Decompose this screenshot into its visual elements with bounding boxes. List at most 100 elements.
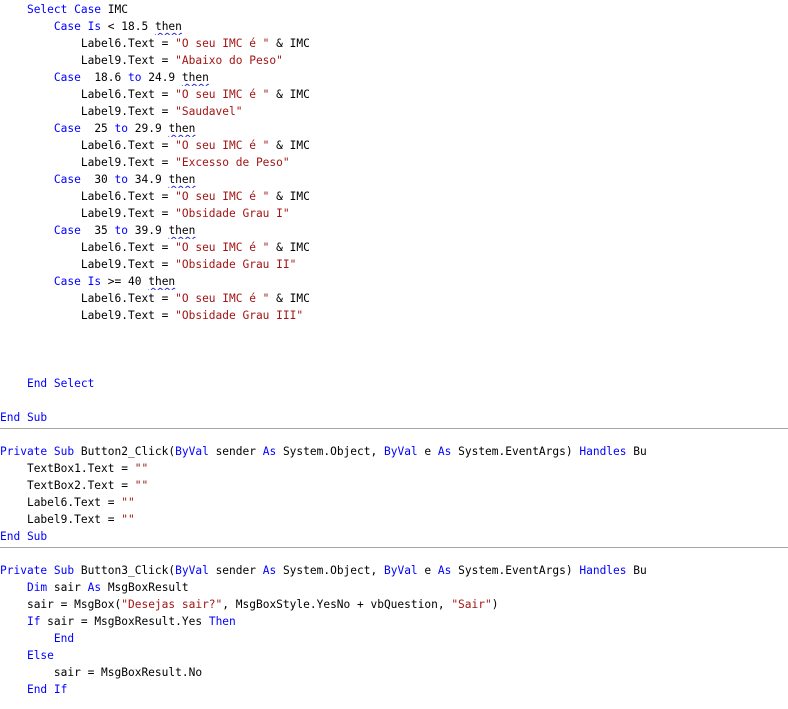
code-text: sair = MsgBoxResult.Yes <box>40 615 209 628</box>
code-text: Label9.Text = <box>80 54 176 67</box>
code-line-label9-assign: Label9.Text = "Saudavel" <box>0 103 788 120</box>
code-text: & IMC <box>269 37 310 50</box>
string-literal: "O seu IMC é " <box>175 37 270 50</box>
code-text: 39.9 <box>128 224 169 237</box>
procedure-separator <box>0 547 788 548</box>
string-literal: "Sair" <box>451 598 492 611</box>
keyword: Case <box>53 20 81 33</box>
keyword: End Sub <box>0 411 48 424</box>
code-text: sair = MsgBoxResult.No <box>53 666 203 679</box>
keyword: to <box>114 122 129 135</box>
string-literal: "" <box>134 462 149 475</box>
code-line-label9-assign: Label9.Text = "Obsidade Grau III" <box>0 307 788 324</box>
code-text: 29.9 <box>128 122 169 135</box>
keyword: ByVal <box>175 445 209 458</box>
code-line-label6-assign: Label6.Text = "O seu IMC é " & IMC <box>0 188 788 205</box>
code-text: Label6.Text = <box>26 496 122 509</box>
code-text: & IMC <box>269 241 310 254</box>
then-keyword-warning: then <box>148 275 176 288</box>
string-literal: "Saudavel" <box>175 105 243 118</box>
string-literal: "" <box>121 496 135 509</box>
keyword: End If <box>26 683 68 696</box>
code-text: Button2_Click( <box>74 445 176 458</box>
signature: Private Sub Button2_Click(ByVal sender A… <box>0 445 647 458</box>
code-line-end: End <box>0 630 788 647</box>
code-text: & IMC <box>269 88 310 101</box>
code-text: Label9.Text = <box>80 105 176 118</box>
code-line-case: Case 35 to 39.9 then <box>0 222 788 239</box>
code-text: & IMC <box>269 190 310 203</box>
code-line-label9-assign: Label9.Text = "Excesso de Peso" <box>0 154 788 171</box>
code-text: 35 <box>80 224 115 237</box>
string-literal: "Obsidade Grau I" <box>175 207 290 220</box>
code-line-end-sub: End Sub <box>0 409 788 426</box>
code-text: Label9.Text = <box>80 309 176 322</box>
keyword: Private Sub <box>0 564 75 577</box>
then-keyword-warning: then <box>181 71 209 84</box>
string-literal: "" <box>121 513 135 526</box>
code-text: sender <box>208 445 263 458</box>
code-text: & IMC <box>269 139 310 152</box>
string-literal: "O seu IMC é " <box>175 241 270 254</box>
code-text: System.Object, <box>276 564 384 577</box>
code-text: Label6.Text = <box>80 190 176 203</box>
code-line-label6-assign: Label6.Text = "O seu IMC é " & IMC <box>0 35 788 52</box>
string-literal: "Abaixo do Peso" <box>175 54 283 67</box>
keyword: Then <box>208 615 236 628</box>
keyword: As <box>262 445 277 458</box>
code-text: sender <box>208 564 263 577</box>
code-text: System.EventArgs) <box>451 564 580 577</box>
code-text: Label6.Text = <box>80 292 176 305</box>
code-text: sair <box>47 581 88 594</box>
code-line-label9-assign: Label9.Text = "Obsidade Grau I" <box>0 205 788 222</box>
keyword: to <box>128 71 142 84</box>
keyword: to <box>114 173 129 186</box>
string-literal: "Obsidade Grau III" <box>175 309 304 322</box>
keyword: Case <box>53 275 81 288</box>
keyword: Case <box>53 71 81 84</box>
string-literal: "O seu IMC é " <box>175 139 270 152</box>
code-text: Label6.Text = <box>80 88 176 101</box>
then-keyword-warning: then <box>168 173 196 186</box>
code-line-assign: TextBox2.Text = "" <box>0 477 788 494</box>
code-line-case: Case Is >= 40 then <box>0 273 788 290</box>
keyword: Else <box>26 649 54 662</box>
keyword: Case <box>53 224 81 237</box>
code-text: 30 <box>80 173 115 186</box>
code-text: ) <box>491 598 499 611</box>
code-text: 24.9 <box>141 71 182 84</box>
code-text: TextBox1.Text = <box>26 462 135 475</box>
code-text: Bu <box>626 445 647 458</box>
dim-statement: Dim sair As MsgBoxResult <box>27 581 189 594</box>
code-line-label9-assign: Label9.Text = "Abaixo do Peso" <box>0 52 788 69</box>
keyword: End Sub <box>0 530 48 543</box>
keyword: ByVal <box>383 445 418 458</box>
code-line-case: Case Is < 18.5 then <box>0 18 788 35</box>
keyword: to <box>114 224 129 237</box>
code-text: & IMC <box>269 292 310 305</box>
keyword: Handles <box>579 564 627 577</box>
keyword: As <box>262 564 277 577</box>
code-text: System.Object, <box>276 445 384 458</box>
string-literal: "O seu IMC é " <box>175 190 270 203</box>
code-line-button2-signature: Private Sub Button2_Click(ByVal sender A… <box>0 443 788 460</box>
code-line-end-select: End Select <box>0 375 788 392</box>
code-text: < 18.5 <box>101 20 155 33</box>
code-text: >= 40 <box>101 275 149 288</box>
keyword: Dim <box>26 581 48 594</box>
code-text: TextBox2.Text = <box>26 479 135 492</box>
keyword: End Select <box>26 377 95 390</box>
code-text: MsgBoxResult <box>101 581 189 594</box>
code-editor[interactable]: Select Case IMC Case Is < 18.5 then Labe… <box>0 0 788 709</box>
code-text: Label9.Text = <box>80 156 176 169</box>
code-text: 18.6 <box>80 71 128 84</box>
code-text: Label9.Text = <box>80 258 176 271</box>
code-line-case: Case 25 to 29.9 then <box>0 120 788 137</box>
code-line-assign: Label9.Text = "" <box>0 511 788 528</box>
keyword: Is <box>80 275 102 288</box>
code-line-label9-assign: Label9.Text = "Obsidade Grau II" <box>0 256 788 273</box>
keyword: ByVal <box>175 564 209 577</box>
procedure-separator <box>0 428 788 429</box>
code-line-end-if: End If <box>0 681 788 698</box>
code-line-label6-assign: Label6.Text = "O seu IMC é " & IMC <box>0 86 788 103</box>
